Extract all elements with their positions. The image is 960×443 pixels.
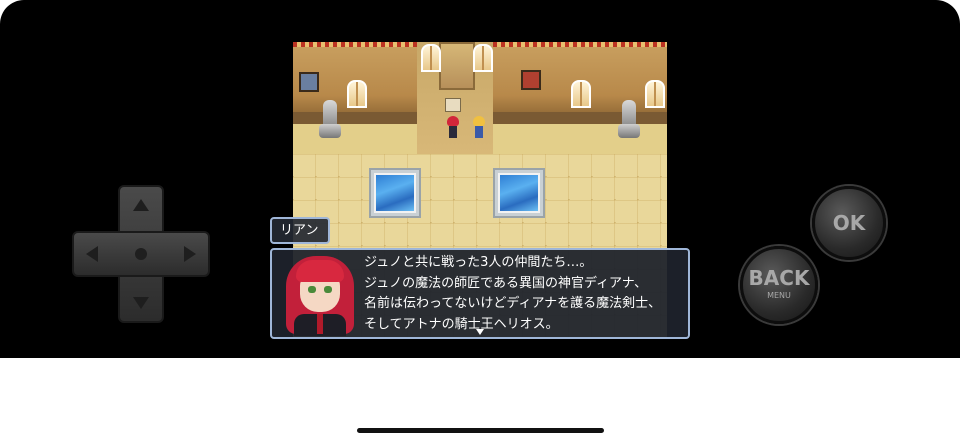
fountain-pool-right — [493, 168, 545, 218]
player-character — [447, 116, 459, 138]
window-corridor-left — [421, 44, 441, 72]
companion-character — [473, 116, 485, 138]
dpad-center — [135, 248, 147, 260]
menu-sublabel: MENU — [767, 291, 791, 300]
corridor-door — [439, 42, 475, 90]
left-wall-base — [293, 112, 417, 124]
painting-right — [521, 70, 541, 90]
dialogue-line: 名前は伝わってないけどディアナを護る魔法剣士、 — [364, 296, 662, 311]
dpad-right-button[interactable] — [184, 246, 196, 262]
dpad-left-button[interactable] — [86, 246, 98, 262]
continue-arrow-icon — [476, 329, 484, 335]
dialogue-line: そしてアトナの騎士王ヘリオス。 — [364, 316, 559, 332]
right-wall-base — [493, 112, 667, 124]
back-menu-button[interactable]: BACK MENU — [740, 246, 818, 324]
window-corridor-right — [473, 44, 493, 72]
ok-button[interactable]: OK — [812, 186, 886, 260]
dialogue-line: ジュノと共に戦った3人の仲間たち…。 — [364, 255, 593, 270]
dpad-down-button[interactable] — [133, 297, 149, 309]
dialogue-text: ジュノと共に戦った3人の仲間たち…。 ジュノの魔法の師匠である異国の神官ディアナ… — [364, 253, 684, 335]
speaker-portrait — [284, 254, 356, 336]
dpad-icon[interactable] — [72, 185, 210, 323]
window-1 — [347, 80, 367, 108]
window-3 — [645, 80, 665, 108]
fountain-pool-left — [369, 168, 421, 218]
statue-left — [319, 100, 341, 140]
speaker-name-box: リアン — [270, 217, 330, 244]
home-indicator[interactable] — [357, 428, 604, 433]
speaker-name: リアン — [280, 223, 319, 238]
painting-left — [299, 72, 319, 92]
dpad-up-button[interactable] — [133, 199, 149, 211]
window-2 — [571, 80, 591, 108]
dialogue-box[interactable]: ジュノと共に戦った3人の仲間たち…。 ジュノの魔法の師匠である異国の神官ディアナ… — [270, 248, 690, 339]
ok-button-label: OK — [832, 211, 866, 235]
device-screen: リアン ジュノと共に戦った3人の仲間たち…。 ジュノの魔法の師匠である異国の神官… — [0, 0, 960, 358]
back-button-label: BACK — [748, 266, 810, 290]
wall-sign — [445, 98, 461, 112]
dialogue-line: ジュノの魔法の師匠である異国の神官ディアナ、 — [364, 275, 648, 291]
statue-right — [618, 100, 640, 140]
